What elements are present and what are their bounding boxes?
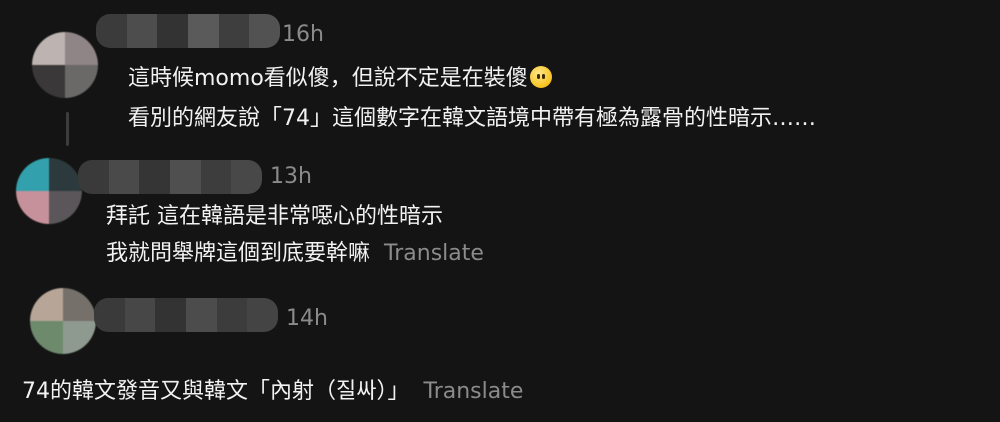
comment-text-line: 這時候momo看似傻，但說不定是在裝傻 (128, 66, 552, 90)
username-blurred[interactable] (94, 298, 278, 332)
thread-line (66, 112, 69, 146)
username-blurred[interactable] (96, 14, 280, 48)
comment-text-line: 看別的網友說「74」這個數字在韓文語境中帶有極為露骨的性暗示…… (128, 106, 816, 131)
username-blurred[interactable] (78, 160, 262, 194)
face-without-mouth-emoji (529, 66, 552, 88)
comment-text: 74的韓文發音又與韓文「內射（질싸）」 (22, 379, 410, 404)
comment-text-line: 74的韓文發音又與韓文「內射（질싸）」 Translate (22, 381, 523, 403)
avatar[interactable] (32, 32, 98, 98)
comment-text-line: 拜託 這在韓語是非常噁心的性暗示 (106, 204, 443, 229)
avatar[interactable] (16, 158, 82, 224)
timestamp: 16h (282, 22, 324, 47)
translate-button[interactable]: Translate (384, 241, 484, 266)
comment-text-line: 我就問舉牌這個到底要幹嘛 Translate (106, 243, 484, 265)
avatar[interactable] (30, 288, 96, 354)
comment-text: 我就問舉牌這個到底要幹嘛 (106, 241, 371, 266)
timestamp: 14h (286, 306, 328, 331)
timestamp: 13h (270, 164, 312, 189)
comment-text: 這時候momo看似傻，但說不定是在裝傻 (128, 66, 528, 91)
translate-button[interactable]: Translate (423, 379, 523, 404)
